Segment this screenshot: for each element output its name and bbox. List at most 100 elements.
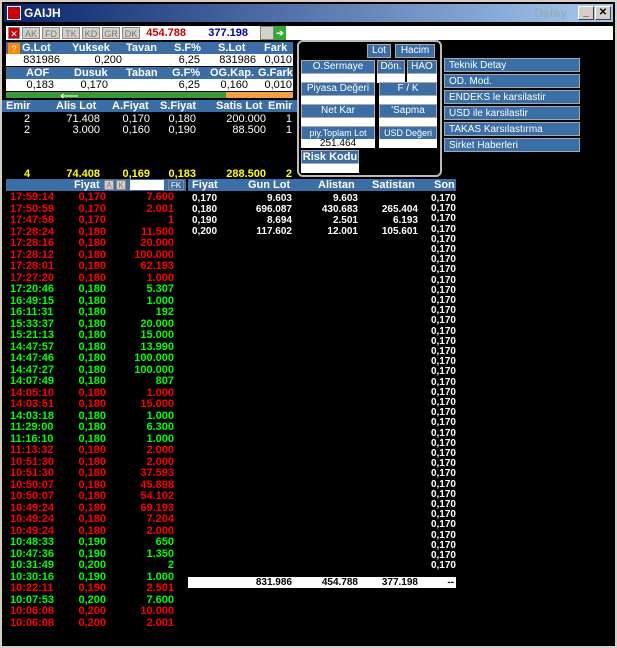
trade-cell: 0,180: [78, 524, 106, 537]
trade-cell: 10.000: [140, 605, 174, 617]
usd-degeri-value: [379, 139, 437, 148]
trade-cell: 10:49:24: [10, 524, 55, 537]
toolbar-btn-dk[interactable]: DK: [122, 27, 140, 39]
trade-cell: 14:03:51: [10, 398, 55, 410]
toolbar-btn-kd[interactable]: KD: [82, 27, 100, 39]
trade-cell: 0,170: [78, 191, 106, 203]
go-arrow-icon[interactable]: ➔: [274, 26, 286, 40]
title-bar: GAIJH Detay _ ✕: [4, 4, 613, 22]
trade-cell: 0,180: [78, 225, 106, 238]
depth-header-sfiyat: S.Fiyat: [160, 100, 197, 112]
trade-cell: 5.307: [146, 283, 174, 295]
header-fark: Fark: [264, 42, 288, 54]
toolbar: ✕ AK FD TK KD GR DK 454.788 377.198 ➔: [6, 26, 613, 40]
toolbar-btn-gr[interactable]: GR: [102, 27, 120, 39]
trade-cell: 2.000: [146, 455, 174, 468]
trade-cell: 0,200: [78, 559, 106, 571]
distribution-cell: 430.683: [321, 204, 358, 215]
trade-cell: 10:51:30: [10, 455, 55, 468]
menu-takas[interactable]: TAKAS Karsılastırma: [444, 122, 580, 136]
trade-cell: 0,180: [78, 283, 106, 295]
value-tavan: [126, 54, 166, 66]
close-button[interactable]: ✕: [595, 6, 611, 20]
app-icon: [7, 6, 21, 20]
menu-teknik-detay[interactable]: Teknik Detay: [444, 58, 580, 72]
trade-cell: 0,200: [78, 605, 106, 617]
menu-endeks[interactable]: ENDEKS le karsilastir: [444, 90, 580, 104]
trade-cell: 11:13:32: [10, 444, 54, 456]
lot-button[interactable]: Lot: [367, 44, 391, 58]
depth-row: 2: [24, 124, 31, 136]
info-panel: Lot Hacim O.Sermaye Dön. HAO Piyasa Değe…: [297, 40, 442, 177]
toolbar-btn-tk[interactable]: TK: [62, 27, 80, 39]
menu-od-mod[interactable]: OD. Mod.: [444, 74, 580, 88]
trade-cell: 16:11:31: [10, 306, 54, 318]
toolbar-btn-fd[interactable]: FD: [42, 27, 60, 39]
trade-cell: 100.000: [134, 363, 174, 376]
close-icon[interactable]: ✕: [8, 27, 20, 39]
trade-cell: 17:28:16: [10, 237, 55, 249]
trade-cell: 0,180: [78, 386, 106, 399]
trade-cell: 17:20:46: [10, 283, 55, 295]
depth-header-afiyat: A.Fiyat: [112, 100, 149, 112]
toolbar-btn-ak[interactable]: AK: [22, 27, 40, 39]
depth-header-emir-sell: Emir: [268, 100, 293, 112]
filter-fk-button[interactable]: FK: [168, 180, 184, 190]
trade-cell: 1.000: [146, 432, 174, 445]
trade-cell: 37.593: [140, 467, 174, 479]
piyasa-degeri-button[interactable]: Piyasa Değeri: [301, 82, 375, 96]
trade-cell: 10:50:07: [10, 478, 55, 491]
dist-header-fiyat: Fiyat: [192, 179, 218, 191]
trade-cell: 0,190: [78, 547, 106, 560]
trade-cell: 10:47:36: [10, 547, 55, 560]
trade-cell: 1.000: [146, 570, 174, 583]
distribution-cell: 6.193: [392, 215, 418, 226]
trade-cell: 0,180: [78, 271, 106, 284]
trade-cell: 17:47:58: [10, 214, 55, 226]
trade-cell: 7.600: [146, 191, 174, 203]
risk-kodu-button[interactable]: Risk Kodu: [301, 150, 359, 164]
osermaye-button[interactable]: O.Sermaye: [301, 60, 375, 74]
distribution-cell: 8.694: [266, 215, 292, 226]
fk-button[interactable]: F / K: [379, 82, 437, 96]
value-yuksek: 0,200: [68, 54, 122, 66]
trade-cell: 1.000: [146, 409, 174, 422]
distribution-cell: 9.603: [332, 193, 358, 204]
hacim-button[interactable]: Hacim: [395, 44, 435, 58]
net-kar-button[interactable]: Net Kar: [301, 104, 375, 118]
depth-cell: 3.000: [72, 124, 100, 136]
don-button[interactable]: Dön.: [377, 60, 405, 74]
trade-cell: 0,170: [78, 214, 106, 226]
trade-cell: 15:21:13: [10, 329, 55, 341]
sapma-button[interactable]: 'Sapma: [379, 104, 437, 118]
help-icon[interactable]: ?: [8, 43, 20, 54]
trade-cell: 0,180: [78, 352, 106, 364]
distribution-cell: 105.601: [381, 226, 418, 237]
header-glot: G.Lot: [22, 42, 51, 54]
filter-a-button[interactable]: A: [104, 180, 114, 190]
trade-cell: 2: [167, 559, 174, 571]
trade-cell: 0,180: [78, 490, 106, 502]
distribution-cell: 0,170: [192, 193, 218, 204]
trade-cell: 13.990: [140, 340, 174, 353]
dropdown-arrow-icon[interactable]: [260, 26, 274, 40]
trade-cell: 69.193: [140, 501, 174, 514]
trades-header-fiyat: Fiyat: [74, 179, 100, 191]
menu-usd[interactable]: USD ile karsilastir: [444, 106, 580, 120]
distribution-cell: 265.404: [381, 204, 418, 215]
trade-cell: 1.000: [146, 271, 174, 284]
trade-cell: 100.000: [134, 248, 174, 261]
trade-cell: 0,180: [78, 478, 106, 491]
value-gfark: 0,010: [258, 79, 292, 91]
hao-button[interactable]: HAO: [407, 60, 437, 74]
trade-cell: 650: [155, 536, 174, 548]
filter-input[interactable]: [130, 180, 164, 190]
trade-cell: 0,180: [78, 363, 106, 376]
filter-k-button[interactable]: K: [116, 180, 126, 190]
trade-cell: 0,180: [78, 248, 106, 261]
minimize-button[interactable]: _: [578, 6, 594, 20]
risk-kodu-value: [301, 164, 359, 173]
menu-sirket-haberleri[interactable]: Sirket Haberleri: [444, 138, 580, 152]
trade-cell: 10:51:30: [10, 467, 55, 479]
usd-degeri-button[interactable]: USD Değeri: [379, 126, 437, 140]
